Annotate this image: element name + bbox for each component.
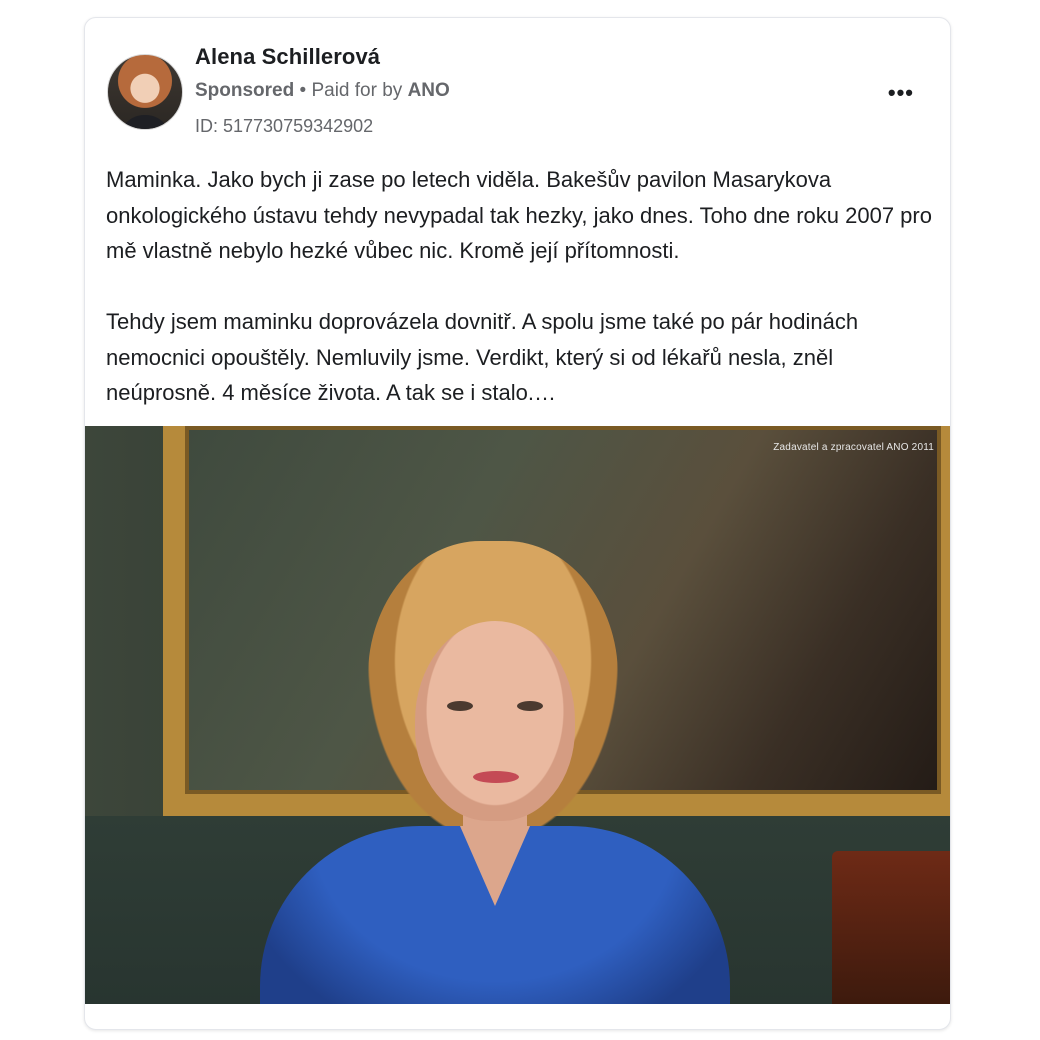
avatar-shoulders: [120, 115, 170, 129]
post-image[interactable]: Zadavatel a zpracovatel ANO 2011: [85, 426, 950, 1004]
avatar[interactable]: [107, 54, 183, 130]
chair: [832, 851, 950, 1004]
payer-name[interactable]: ANO: [408, 80, 450, 101]
portrait-eye-right: [517, 701, 543, 711]
sponsored-label: Sponsored: [195, 80, 295, 101]
sponsorship-line: Sponsored • Paid for by ANO: [195, 80, 450, 102]
ad-card: Alena Schillerová Sponsored • Paid for b…: [84, 17, 951, 1030]
portrait-lips: [473, 771, 519, 783]
image-watermark: Zadavatel a zpracovatel ANO 2011: [773, 442, 934, 453]
author-name[interactable]: Alena Schillerová: [195, 44, 380, 70]
portrait-face: [415, 621, 575, 821]
post-paragraph: Maminka. Jako bych ji zase po letech vid…: [106, 167, 932, 263]
more-options-icon[interactable]: •••: [888, 80, 914, 106]
post-body: Maminka. Jako bych ji zase po letech vid…: [106, 162, 936, 446]
portrait-eye-left: [447, 701, 473, 711]
ad-id: ID: 517730759342902: [195, 116, 374, 136]
paid-for-prefix: Paid for by: [311, 80, 408, 101]
post-paragraph: Tehdy jsem maminku doprovázela dovnitř. …: [106, 309, 859, 405]
separator-dot: •: [294, 80, 312, 101]
post-header: Alena Schillerová Sponsored • Paid for b…: [107, 42, 928, 152]
